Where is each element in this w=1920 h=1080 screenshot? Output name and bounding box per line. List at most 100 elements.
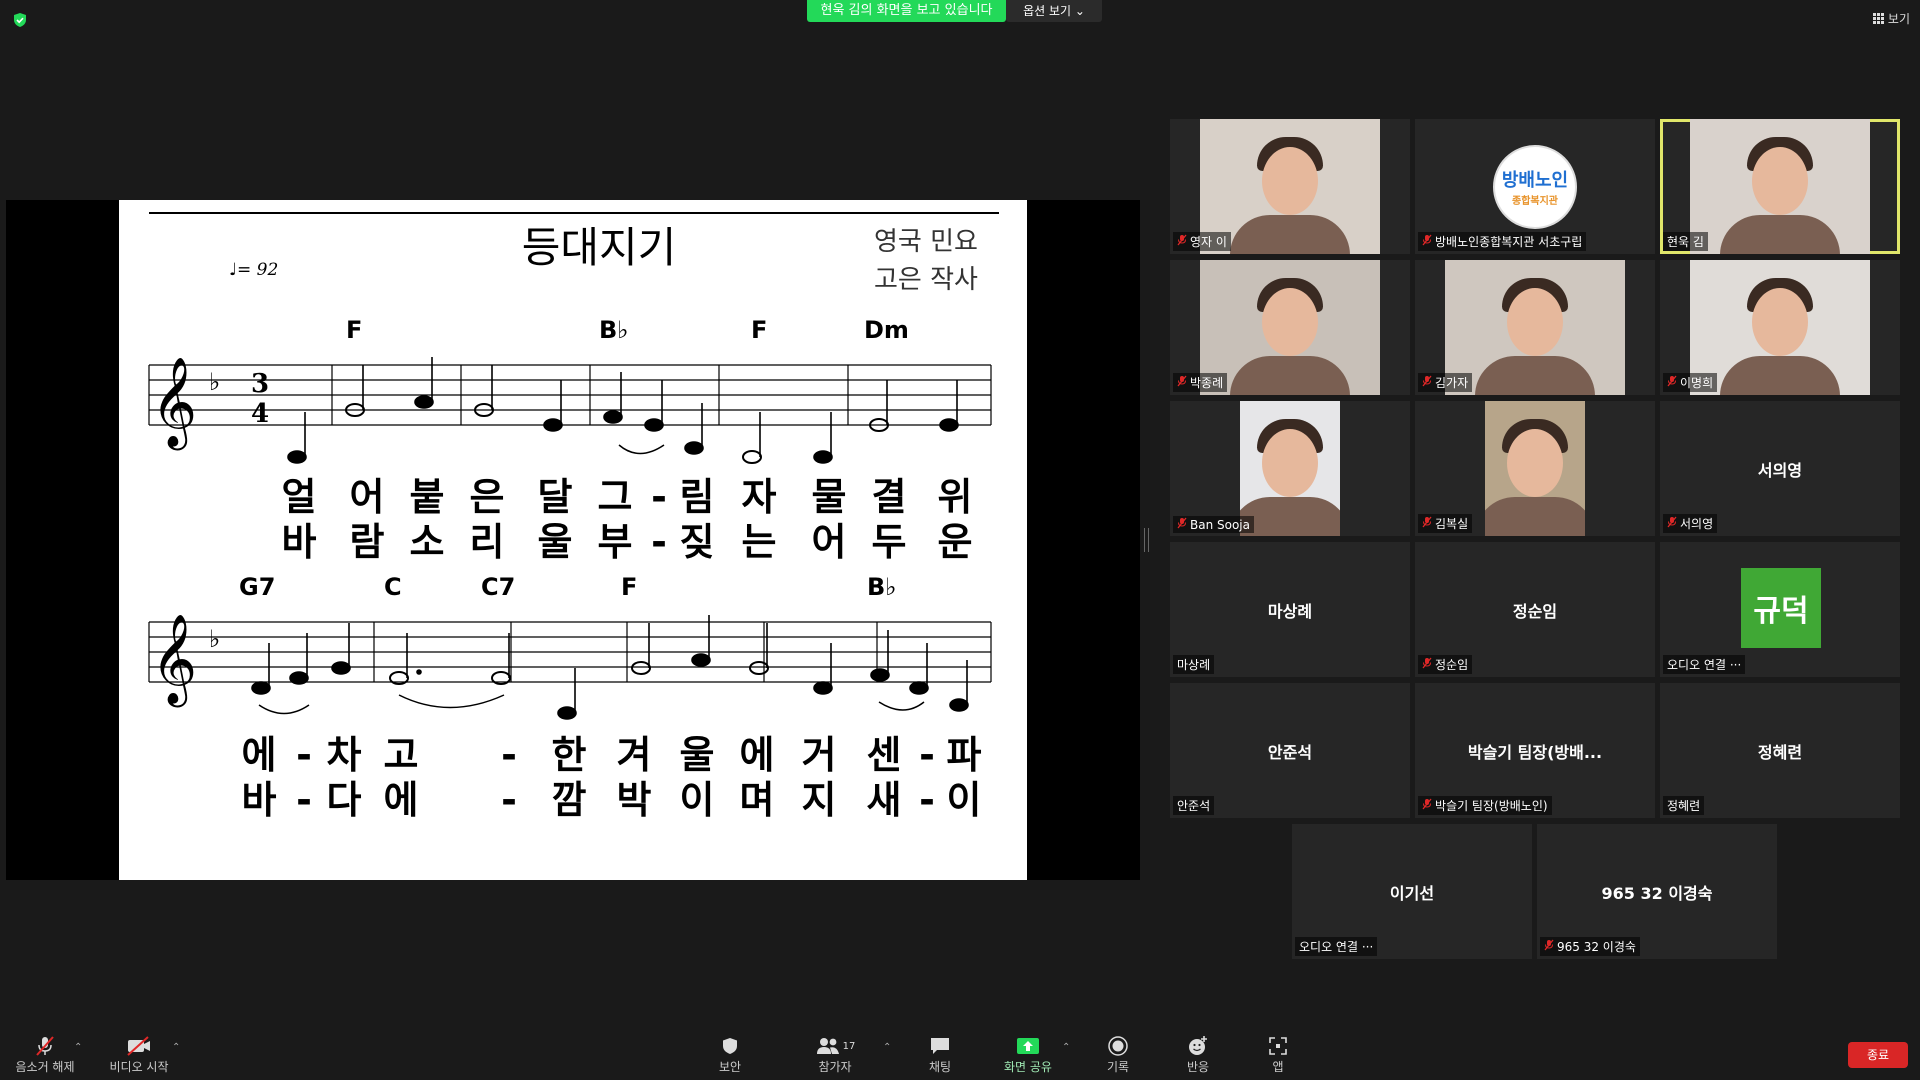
person-silhouette bbox=[1262, 288, 1318, 356]
chord-2-5: B♭ bbox=[867, 573, 897, 601]
svg-text:에: 에 bbox=[242, 733, 277, 777]
shared-screen: 등대지기 영국 민요 고은 작사 ♩= 92 𝄞 ♭ 3 4 F B♭ F Dm… bbox=[6, 200, 1140, 880]
participant-tile[interactable]: 마상례 마상례 bbox=[1170, 542, 1410, 677]
share-options-caret-icon[interactable]: ⌃ bbox=[1062, 1042, 1070, 1053]
svg-text:겨: 겨 bbox=[617, 733, 652, 777]
time-sig-bottom: 4 bbox=[251, 399, 269, 429]
participant-name: 현욱 김 bbox=[1667, 235, 1704, 249]
record-button[interactable]: 기록 bbox=[1073, 1034, 1163, 1075]
svg-text:운: 운 bbox=[938, 520, 973, 564]
chat-bubble-icon bbox=[895, 1034, 985, 1058]
participant-tile[interactable]: Ban Sooja bbox=[1170, 401, 1410, 536]
svg-text:-: - bbox=[296, 778, 312, 822]
participant-name: 방배노인종합복지관 서초구립 bbox=[1435, 235, 1583, 249]
participant-tile[interactable]: 영자 이 bbox=[1170, 119, 1410, 254]
lyrics-row-2a: 에 - 차 고 - 한 겨 울 에 거 센 - 파 bbox=[242, 733, 982, 777]
participants-caret-icon[interactable]: ⌃ bbox=[883, 1042, 891, 1053]
participant-name-label: 김가자 bbox=[1418, 373, 1473, 392]
start-video-label: 비디오 시작 bbox=[109, 1060, 169, 1074]
participant-display-name: 이기선 bbox=[1389, 883, 1435, 903]
staff-2 bbox=[148, 621, 992, 683]
participant-name-label: 오디오 연결 ··· bbox=[1663, 655, 1746, 674]
participant-tile[interactable]: 박슬기 팀장(방배... 박슬기 팀장(방배노인) bbox=[1415, 683, 1655, 818]
participant-tile[interactable]: 김복실 bbox=[1415, 401, 1655, 536]
participant-tile[interactable]: 정혜련 정혜련 bbox=[1660, 683, 1900, 818]
view-button[interactable]: 보기 bbox=[1872, 10, 1910, 27]
chord-2-3: C7 bbox=[481, 573, 515, 601]
share-screen-button[interactable]: 화면 공유 bbox=[983, 1034, 1073, 1075]
end-meeting-button[interactable]: 종료 bbox=[1848, 1042, 1908, 1068]
mic-muted-icon bbox=[1667, 516, 1677, 531]
security-label: 보안 bbox=[718, 1060, 742, 1074]
view-options-label: 옵션 보기 bbox=[1023, 4, 1072, 18]
participant-name-label: 정순임 bbox=[1418, 655, 1473, 674]
apps-button[interactable]: 앱 bbox=[1233, 1034, 1323, 1075]
svg-text:바: 바 bbox=[282, 520, 317, 564]
mic-muted-icon bbox=[1422, 516, 1432, 531]
security-button[interactable]: 보안 bbox=[685, 1034, 775, 1075]
security-shield-icon[interactable] bbox=[12, 12, 28, 28]
mic-muted-icon bbox=[1177, 234, 1187, 249]
lyrics-row-2b: 바 - 다 에 - 깜 박 이 며 지 새 - 이 bbox=[242, 778, 982, 822]
participant-name-label: 안준석 bbox=[1173, 796, 1215, 815]
participant-display-name: 정순임 bbox=[1512, 601, 1558, 621]
split-resize-handle[interactable] bbox=[1144, 528, 1149, 552]
record-label: 기록 bbox=[1106, 1060, 1130, 1074]
svg-text:바: 바 bbox=[242, 778, 277, 822]
participant-display-name: 안준석 bbox=[1267, 742, 1313, 762]
svg-text:-: - bbox=[296, 733, 312, 777]
participant-name: 영자 이 bbox=[1190, 235, 1227, 249]
reactions-button[interactable]: 반응 bbox=[1153, 1034, 1243, 1075]
participant-tile[interactable]: 이기선 오디오 연결 ··· bbox=[1292, 824, 1532, 959]
participant-tile[interactable]: 이명희 bbox=[1660, 260, 1900, 395]
svg-text:두: 두 bbox=[872, 520, 907, 564]
participants-button[interactable]: 17 참가자 bbox=[790, 1034, 880, 1075]
participant-tile[interactable]: 김가자 bbox=[1415, 260, 1655, 395]
flat-key-icon: ♭ bbox=[209, 368, 220, 396]
participant-name-label: 박슬기 팀장(방배노인) bbox=[1418, 796, 1552, 815]
participant-tile[interactable]: 방배노인 종합복지관방배노인종합복지관 서초구립 bbox=[1415, 119, 1655, 254]
svg-text:지: 지 bbox=[802, 778, 837, 822]
svg-text:림: 림 bbox=[680, 475, 715, 519]
participant-video bbox=[1240, 401, 1340, 536]
record-icon bbox=[1073, 1034, 1163, 1058]
participant-video bbox=[1690, 119, 1870, 254]
svg-text:새: 새 bbox=[867, 778, 902, 822]
svg-text:-: - bbox=[919, 778, 935, 822]
chat-label: 채팅 bbox=[928, 1060, 952, 1074]
svg-text:며: 며 bbox=[740, 778, 775, 822]
song-title: 등대지기 bbox=[522, 223, 677, 272]
participant-name: Ban Sooja bbox=[1190, 517, 1250, 532]
participant-tile[interactable]: 규덕 오디오 연결 ··· bbox=[1660, 542, 1900, 677]
participant-name: 박종례 bbox=[1190, 376, 1224, 390]
participant-display-name: 서의영 bbox=[1757, 460, 1803, 480]
video-off-icon bbox=[94, 1034, 184, 1058]
participant-display-name: 965 32 이경숙 bbox=[1601, 883, 1713, 903]
video-options-caret-icon[interactable]: ⌃ bbox=[172, 1042, 180, 1053]
participant-name: 오디오 연결 ··· bbox=[1667, 658, 1742, 672]
participant-tile[interactable]: 현욱 김 bbox=[1660, 119, 1900, 254]
treble-clef-icon: 𝄞 bbox=[151, 614, 197, 708]
participant-tile[interactable]: 965 32 이경숙 965 32 이경숙 bbox=[1537, 824, 1777, 959]
svg-text:울: 울 bbox=[538, 520, 573, 564]
audio-options-caret-icon[interactable]: ⌃ bbox=[74, 1042, 82, 1053]
mic-muted-icon bbox=[1667, 375, 1677, 390]
participant-name-label: 김복실 bbox=[1418, 514, 1473, 533]
chat-button[interactable]: 채팅 bbox=[895, 1034, 985, 1075]
share-screen-icon bbox=[983, 1034, 1073, 1058]
participant-tile[interactable]: 박종례 bbox=[1170, 260, 1410, 395]
participant-tile[interactable]: 정순임 정순임 bbox=[1415, 542, 1655, 677]
participant-name-label: 965 32 이경숙 bbox=[1540, 937, 1640, 956]
start-video-button[interactable]: 비디오 시작 bbox=[94, 1034, 184, 1075]
reactions-label: 반응 bbox=[1186, 1060, 1210, 1074]
chord-1-1: F bbox=[346, 316, 362, 344]
apps-icon bbox=[1233, 1034, 1323, 1058]
participant-tile[interactable]: 안준석 안준석 bbox=[1170, 683, 1410, 818]
participant-tile[interactable]: 서의영 서의영 bbox=[1660, 401, 1900, 536]
svg-text:어: 어 bbox=[350, 475, 385, 519]
org-logo: 방배노인 종합복지관 bbox=[1493, 144, 1577, 229]
unmute-button[interactable]: 음소거 해제 bbox=[0, 1034, 90, 1075]
view-options-button[interactable]: 옵션 보기 ⌄ bbox=[1006, 0, 1102, 22]
participant-name-label: 방배노인종합복지관 서초구립 bbox=[1418, 232, 1587, 251]
participant-video bbox=[1485, 401, 1585, 536]
